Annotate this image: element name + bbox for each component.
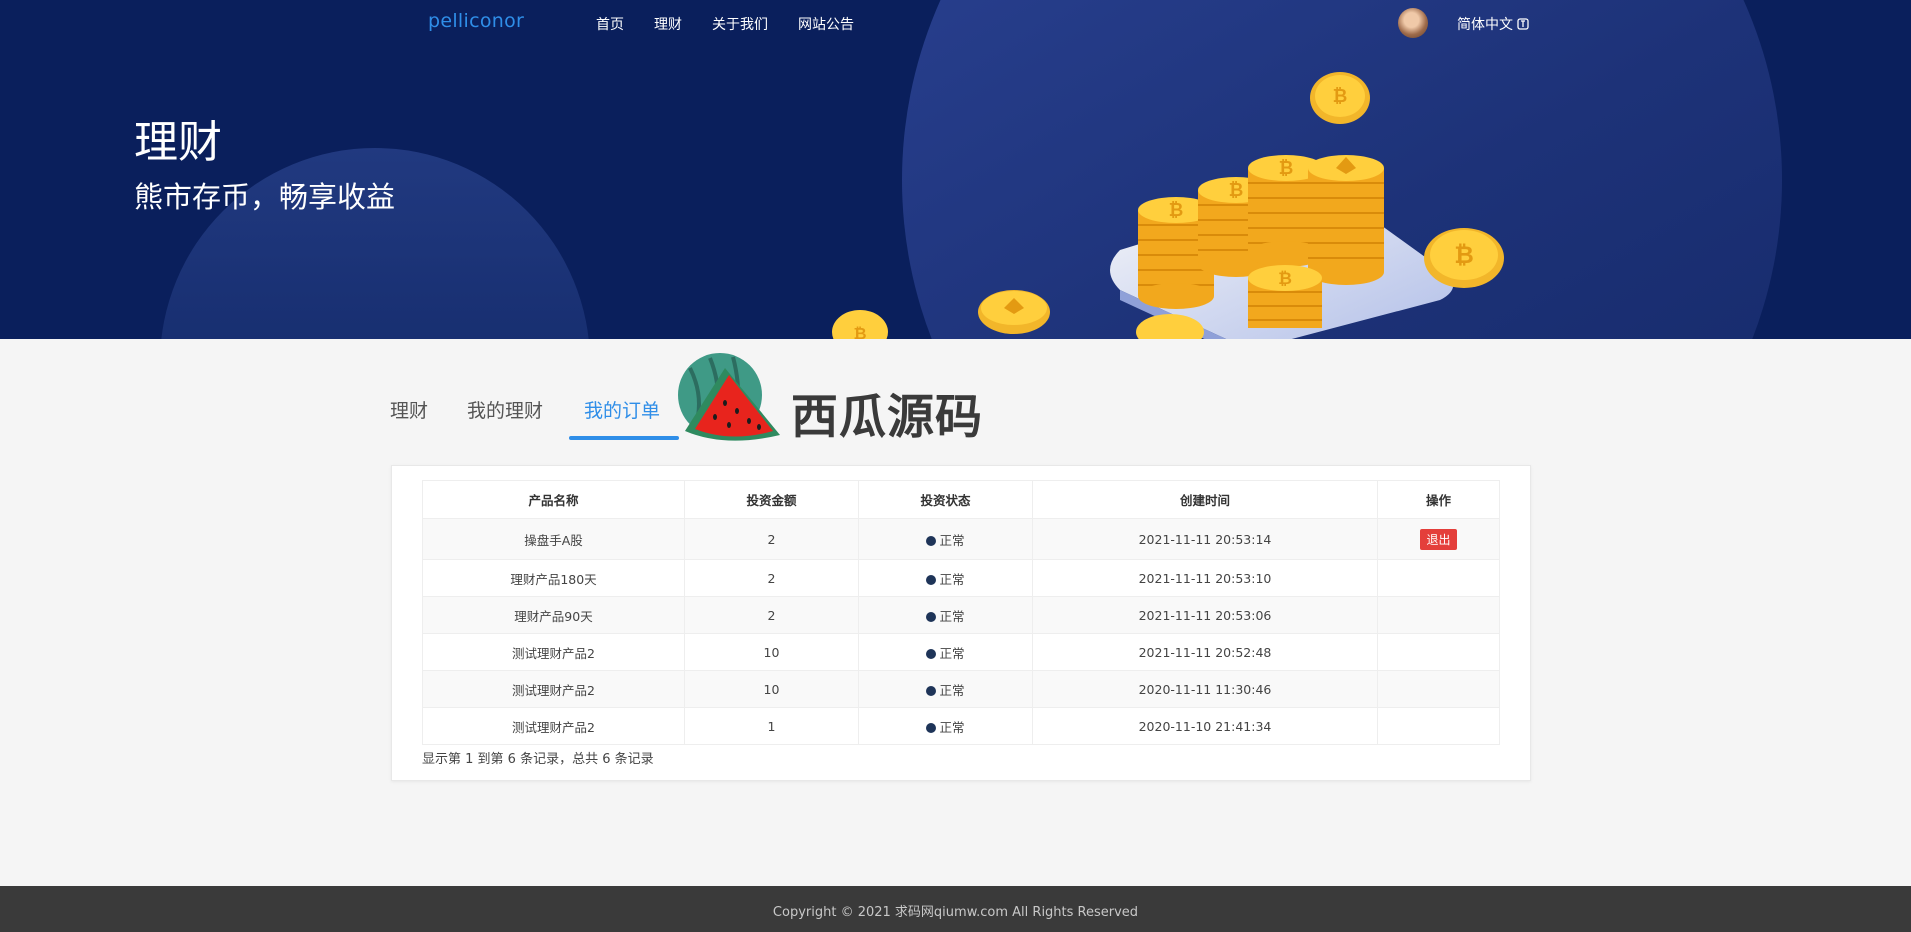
site-logo[interactable]: pelliconor <box>428 10 524 32</box>
hero-subtitle: 熊市存币，畅享收益 <box>134 180 396 214</box>
svg-text:₿: ₿ <box>1229 180 1244 201</box>
cell-status: 正常 <box>858 596 1033 634</box>
copyright-text: Copyright © 2021 求码网qiumw.com All Rights… <box>772 905 1139 920</box>
column-header-created: 创建时间 <box>1032 480 1378 519</box>
table-row: 测试理财产品2 10 正常 2021-11-11 20:52:48 <box>422 633 1500 671</box>
cell-product: 测试理财产品2 <box>422 707 685 745</box>
status-dot-icon <box>926 722 937 733</box>
cell-created: 2020-11-11 11:30:46 <box>1032 670 1378 708</box>
watermark-text: 西瓜源码 <box>791 390 983 445</box>
table-row: 测试理财产品2 1 正常 2020-11-10 21:41:34 <box>422 707 1500 745</box>
cell-amount: 10 <box>684 670 859 708</box>
column-header-product: 产品名称 <box>422 480 685 519</box>
nav-home[interactable]: 首页 <box>596 14 624 34</box>
user-avatar[interactable] <box>1398 8 1428 38</box>
column-header-action: 操作 <box>1377 480 1500 519</box>
svg-text:₿: ₿ <box>1454 241 1474 269</box>
translate-icon <box>1517 18 1530 30</box>
cell-created: 2021-11-11 20:53:06 <box>1032 596 1378 634</box>
orders-panel: 产品名称 投资金额 投资状态 创建时间 操作 操盘手A股 2 正常 2021-1… <box>391 465 1531 781</box>
status-dot-icon <box>926 574 937 585</box>
cell-created: 2021-11-11 20:53:10 <box>1032 559 1378 597</box>
cell-status: 正常 <box>858 670 1033 708</box>
cell-product: 测试理财产品2 <box>422 670 685 708</box>
top-navbar: pelliconor 首页 理财 关于我们 网站公告 简体中文 <box>0 0 1911 48</box>
hero-banner: ₿ ₿ ₿ ₿ ₿ ₿ ₿ pelliconor 首页 理财 关于我们 网站公告… <box>0 0 1911 339</box>
exit-button[interactable]: 退出 <box>1420 528 1457 550</box>
cell-product: 理财产品90天 <box>422 596 685 634</box>
table-row: 操盘手A股 2 正常 2021-11-11 20:53:14 退出 <box>422 518 1500 560</box>
active-tab-indicator <box>569 436 679 440</box>
status-text: 正常 <box>939 645 965 661</box>
nav-announcements[interactable]: 网站公告 <box>798 14 854 34</box>
status-text: 正常 <box>939 571 965 587</box>
status-dot-icon <box>926 611 937 622</box>
svg-text:₿: ₿ <box>1333 86 1348 107</box>
cell-status: 正常 <box>858 633 1033 671</box>
cell-action <box>1377 670 1500 708</box>
tab-my-orders[interactable]: 我的订单 <box>584 396 660 423</box>
tab-my-finance[interactable]: 我的理财 <box>467 396 543 423</box>
table-row: 理财产品180天 2 正常 2021-11-11 20:53:10 <box>422 559 1500 597</box>
coin-stack-illustration: ₿ ₿ ₿ ₿ ₿ ₿ ₿ <box>832 72 1504 339</box>
hero-title: 理财 <box>134 117 222 168</box>
table-row: 理财产品90天 2 正常 2021-11-11 20:53:06 <box>422 596 1500 634</box>
cell-created: 2021-11-11 20:53:14 <box>1032 518 1378 560</box>
cell-product: 理财产品180天 <box>422 559 685 597</box>
cell-amount: 2 <box>684 559 859 597</box>
language-label: 简体中文 <box>1457 17 1513 33</box>
cell-amount: 1 <box>684 707 859 745</box>
status-dot-icon <box>926 535 937 546</box>
cell-product: 操盘手A股 <box>422 518 685 560</box>
cell-status: 正常 <box>858 707 1033 745</box>
table-row: 测试理财产品2 10 正常 2020-11-11 11:30:46 <box>422 670 1500 708</box>
status-text: 正常 <box>939 532 965 548</box>
status-text: 正常 <box>939 682 965 698</box>
status-dot-icon <box>926 685 937 696</box>
nav-finance[interactable]: 理财 <box>654 14 682 34</box>
cell-product: 测试理财产品2 <box>422 633 685 671</box>
cell-created: 2021-11-11 20:52:48 <box>1032 633 1378 671</box>
language-switcher[interactable]: 简体中文 <box>1457 14 1530 34</box>
cell-action <box>1377 707 1500 745</box>
svg-text:₿: ₿ <box>853 324 866 339</box>
status-text: 正常 <box>939 608 965 624</box>
footer: Copyright © 2021 求码网qiumw.com All Rights… <box>0 886 1911 932</box>
status-text: 正常 <box>939 719 965 735</box>
cell-amount: 10 <box>684 633 859 671</box>
table-header-row: 产品名称 投资金额 投资状态 创建时间 操作 <box>422 480 1500 519</box>
svg-text:₿: ₿ <box>1279 158 1294 179</box>
cell-amount: 2 <box>684 596 859 634</box>
status-dot-icon <box>926 648 937 659</box>
cell-status: 正常 <box>858 518 1033 560</box>
column-header-amount: 投资金额 <box>684 480 859 519</box>
cell-status: 正常 <box>858 559 1033 597</box>
cell-created: 2020-11-10 21:41:34 <box>1032 707 1378 745</box>
nav-about[interactable]: 关于我们 <box>712 14 768 34</box>
cell-amount: 2 <box>684 518 859 560</box>
cell-action <box>1377 559 1500 597</box>
cell-action <box>1377 633 1500 671</box>
pagination-summary: 显示第 1 到第 6 条记录，总共 6 条记录 <box>422 752 654 767</box>
svg-text:₿: ₿ <box>1278 269 1292 289</box>
cell-action <box>1377 596 1500 634</box>
tab-finance[interactable]: 理财 <box>390 396 428 423</box>
cell-action: 退出 <box>1377 518 1500 560</box>
column-header-status: 投资状态 <box>858 480 1033 519</box>
orders-table: 产品名称 投资金额 投资状态 创建时间 操作 操盘手A股 2 正常 2021-1… <box>422 480 1500 745</box>
svg-text:₿: ₿ <box>1169 200 1184 221</box>
